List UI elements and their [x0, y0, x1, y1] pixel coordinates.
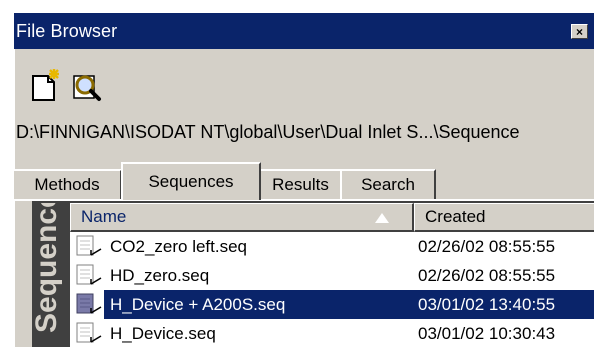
tab-bar: Methods Sequences Results Search [14, 162, 594, 200]
table-row[interactable]: CO2_zero left.seq 02/26/02 08:55:55 [70, 232, 594, 261]
tab-search[interactable]: Search [340, 169, 436, 199]
sequence-file-icon [76, 322, 102, 343]
column-header-name[interactable]: Name [70, 203, 414, 232]
sequence-sidebar: Sequence [34, 203, 70, 347]
column-header-name-label: Name [81, 207, 127, 226]
sequence-list-panel: Sequence Name Created CO2_zero left.seq … [32, 201, 594, 347]
tab-results-label: Results [272, 175, 329, 194]
file-name: H_Device.seq [110, 323, 216, 343]
close-icon: × [575, 24, 583, 39]
sort-ascending-icon [375, 213, 389, 223]
file-created: 03/01/02 13:40:55 [414, 290, 594, 319]
search-button[interactable] [70, 68, 104, 104]
sequence-file-icon [76, 293, 102, 314]
file-name: HD_zero.seq [110, 265, 210, 285]
file-browser-window: File Browser × D:\FINNIGAN\ISODAT NT\glo… [14, 13, 594, 347]
file-name: CO2_zero left.seq [110, 236, 248, 256]
table-row-selected[interactable]: H_Device + A200S.seq 03/01/02 13:40:55 [70, 290, 594, 319]
file-created: 02/26/02 08:55:55 [418, 265, 556, 285]
tab-search-label: Search [361, 175, 415, 194]
window-title: File Browser [16, 20, 118, 41]
tab-methods-label: Methods [34, 175, 100, 194]
tab-divider [14, 199, 594, 201]
sidebar-label: Sequence [34, 203, 63, 333]
new-file-icon [32, 69, 59, 101]
sequence-file-icon [76, 235, 102, 256]
tab-results[interactable]: Results [259, 169, 342, 199]
title-bar[interactable]: File Browser × [14, 13, 594, 49]
file-name: H_Device + A200S.seq [104, 290, 414, 319]
search-icon [73, 75, 101, 101]
file-created: 02/26/02 08:55:55 [418, 236, 556, 256]
table-header: Name Created [70, 203, 594, 232]
table-row[interactable]: H_Device.seq 03/01/02 10:30:43 [70, 319, 594, 347]
tab-sequences[interactable]: Sequences [121, 162, 261, 200]
sequence-file-icon [76, 264, 102, 285]
close-button[interactable]: × [571, 24, 588, 39]
column-header-created[interactable]: Created [414, 203, 594, 232]
new-file-button[interactable] [28, 68, 62, 104]
path-breadcrumb: D:\FINNIGAN\ISODAT NT\global\User\Dual I… [16, 122, 520, 142]
tab-sequences-label: Sequences [148, 172, 234, 191]
tab-methods[interactable]: Methods [14, 169, 122, 199]
toolbar [28, 68, 104, 108]
file-created: 03/01/02 10:30:43 [418, 323, 556, 343]
table-row[interactable]: HD_zero.seq 02/26/02 08:55:55 [70, 261, 594, 290]
column-header-created-label: Created [425, 207, 486, 226]
